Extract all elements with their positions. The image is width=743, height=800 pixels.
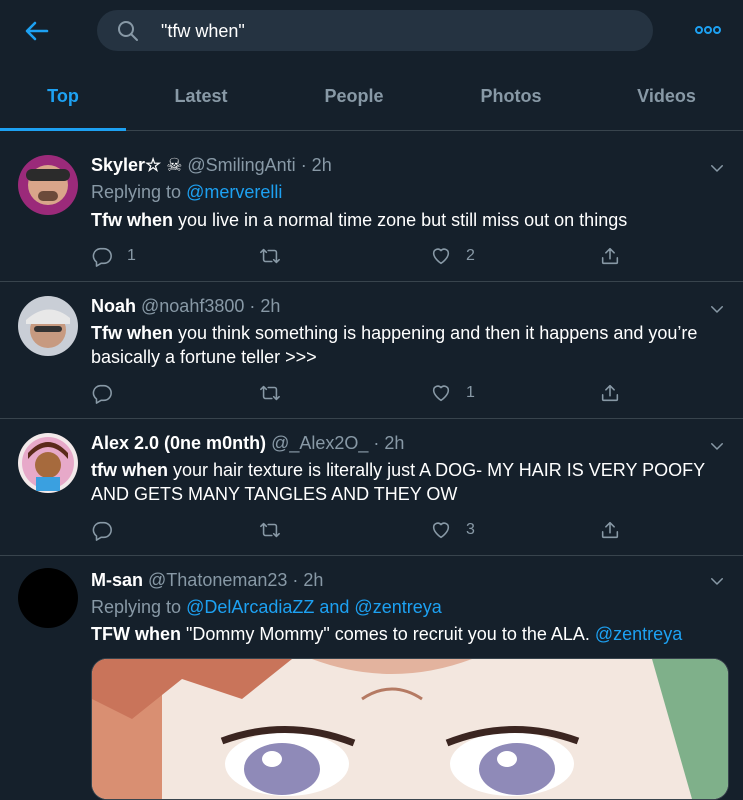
reply-count: 1 xyxy=(127,247,136,264)
active-tab-indicator xyxy=(0,128,126,131)
tab-latest[interactable]: Latest xyxy=(126,62,276,130)
like-button[interactable]: 2 xyxy=(430,244,475,268)
author-name[interactable]: Skyler☆ xyxy=(91,155,161,175)
share-icon xyxy=(599,245,621,267)
tweet-time[interactable]: · 2h xyxy=(249,296,280,316)
tweet[interactable]: Alex 2.0 (0ne m0nth) @_Alex2O_ · 2h tfw … xyxy=(0,419,743,556)
retweet-icon xyxy=(259,245,281,267)
search-highlight: TFW when xyxy=(91,624,181,644)
tab-top[interactable]: Top xyxy=(0,62,126,130)
avatar[interactable] xyxy=(18,568,78,628)
reply-icon xyxy=(91,245,113,267)
chevron-down-icon[interactable] xyxy=(708,437,726,455)
retweet-button[interactable] xyxy=(259,381,295,405)
like-count: 1 xyxy=(466,384,475,401)
author-name[interactable]: Noah xyxy=(91,296,136,316)
tab-people[interactable]: People xyxy=(276,62,432,130)
reply-button[interactable] xyxy=(91,381,127,405)
tweet-body: you think something is happening and the… xyxy=(91,323,698,367)
tweet-text: TFW when "Dommy Mommy" comes to recruit … xyxy=(91,622,731,646)
mention-link[interactable]: @merverelli xyxy=(186,182,282,202)
replying-and: and xyxy=(314,597,355,617)
top-bar xyxy=(0,0,743,62)
author-name[interactable]: Alex 2.0 (0ne m0nth) xyxy=(91,433,266,453)
back-arrow-icon[interactable] xyxy=(22,16,52,46)
tweet-time[interactable]: · 2h xyxy=(292,570,323,590)
like-button[interactable]: 1 xyxy=(430,381,475,405)
search-bar[interactable] xyxy=(97,10,653,51)
tweet-actions: 3 xyxy=(91,518,631,542)
mention-link[interactable]: @zentreya xyxy=(595,624,682,644)
share-icon xyxy=(599,382,621,404)
tweet-actions: 1 xyxy=(91,381,631,405)
tweet[interactable]: Noah @noahf3800 · 2h Tfw when you think … xyxy=(0,282,743,419)
like-count: 2 xyxy=(466,247,475,264)
share-button[interactable] xyxy=(599,244,621,268)
chevron-down-icon[interactable] xyxy=(708,572,726,590)
search-highlight: Tfw when xyxy=(91,323,173,343)
avatar[interactable] xyxy=(18,433,78,493)
reply-icon xyxy=(91,519,113,541)
retweet-button[interactable] xyxy=(259,244,295,268)
tweet-media-image[interactable] xyxy=(91,658,729,800)
avatar[interactable] xyxy=(18,296,78,356)
like-icon xyxy=(430,245,452,267)
search-highlight: tfw when xyxy=(91,460,168,480)
mention-link[interactable]: @DelArcadiaZZ xyxy=(186,597,314,617)
author-handle[interactable]: @SmilingAnti xyxy=(187,155,295,175)
author-name[interactable]: M-san xyxy=(91,570,143,590)
share-button[interactable] xyxy=(599,518,621,542)
search-tabs: Top Latest People Photos Videos xyxy=(0,62,743,131)
share-button[interactable] xyxy=(599,381,621,405)
avatar[interactable] xyxy=(18,155,78,215)
tweet-body: you live in a normal time zone but still… xyxy=(173,210,628,230)
reply-button[interactable] xyxy=(91,518,127,542)
reply-icon xyxy=(91,382,113,404)
tab-videos[interactable]: Videos xyxy=(590,62,743,130)
author-handle[interactable]: @noahf3800 xyxy=(141,296,244,316)
replying-to: Replying to @DelArcadiaZZ and @zentreya xyxy=(91,597,442,618)
tweet-time[interactable]: · 2h xyxy=(301,155,332,175)
replying-to: Replying to @merverelli xyxy=(91,182,282,203)
chevron-down-icon[interactable] xyxy=(708,159,726,177)
search-icon xyxy=(117,20,139,42)
skull-icon: ☠ xyxy=(166,155,183,175)
like-button[interactable]: 3 xyxy=(430,518,475,542)
share-icon xyxy=(599,519,621,541)
replying-to-label: Replying to xyxy=(91,182,187,202)
like-icon xyxy=(430,382,452,404)
retweet-icon xyxy=(259,519,281,541)
mention-link[interactable]: @zentreya xyxy=(354,597,441,617)
tweet-body: "Dommy Mommy" comes to recruit you to th… xyxy=(180,624,595,644)
tweet-time[interactable]: · 2h xyxy=(373,433,404,453)
more-icon[interactable] xyxy=(692,18,724,42)
replying-to-label: Replying to xyxy=(91,597,187,617)
search-input[interactable] xyxy=(159,18,633,45)
tweet-text: tfw when your hair texture is literally … xyxy=(91,458,731,506)
tweet-text: Tfw when you think something is happenin… xyxy=(91,321,731,369)
like-count: 3 xyxy=(466,521,475,538)
chevron-down-icon[interactable] xyxy=(708,300,726,318)
tweet-text: Tfw when you live in a normal time zone … xyxy=(91,208,731,232)
search-highlight: Tfw when xyxy=(91,210,173,230)
like-icon xyxy=(430,519,452,541)
author-handle[interactable]: @_Alex2O_ xyxy=(271,433,368,453)
tab-photos[interactable]: Photos xyxy=(432,62,590,130)
author-handle[interactable]: @Thatoneman23 xyxy=(148,570,287,590)
tweet-actions: 1 2 xyxy=(91,244,631,268)
tweet-body: your hair texture is literally just A DO… xyxy=(91,460,705,504)
retweet-icon xyxy=(259,382,281,404)
reply-button[interactable]: 1 xyxy=(91,244,136,268)
retweet-button[interactable] xyxy=(259,518,295,542)
tweet[interactable]: Skyler☆ ☠ @SmilingAnti · 2h Replying to … xyxy=(0,141,743,282)
